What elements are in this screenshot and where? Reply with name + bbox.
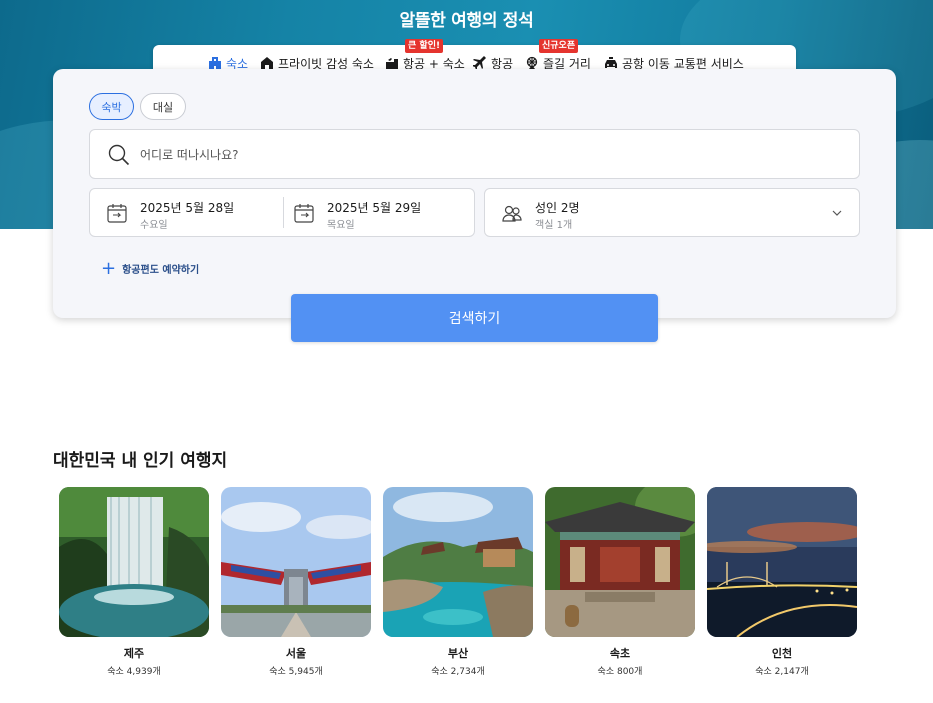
destination-count: 숙소 5,945개 — [269, 667, 323, 677]
destination-name: 인천 — [771, 647, 793, 660]
destination-search[interactable] — [89, 129, 860, 179]
search-icon — [108, 144, 130, 166]
checkin-date-text: 2025년 5월 28일 — [140, 201, 235, 215]
guest-count-text: 성인 2명 — [535, 201, 580, 215]
add-flight-link[interactable]: + 항공편도 예약하기 — [101, 257, 200, 279]
destination-input[interactable] — [140, 144, 740, 166]
calendar-checkin-icon — [107, 204, 127, 223]
checkin-date[interactable]: 2025년 5월 28일 수요일 — [90, 189, 283, 236]
hero-title: 알뜰한 여행의 정석 — [399, 11, 534, 31]
popular-destinations-title: 대한민국 내 인기 여행지 — [53, 451, 228, 471]
taxi-icon — [605, 57, 617, 68]
destination-name: 서울 — [285, 647, 307, 660]
destination-image — [383, 487, 533, 637]
date-picker: 2025년 5월 28일 수요일 2025년 5월 29일 목요일 — [89, 188, 475, 237]
destination-card-seoul[interactable]: 서울 숙소 5,945개 — [221, 487, 371, 677]
checkin-day-text: 수요일 — [140, 220, 168, 231]
room-count-text: 객실 1개 — [535, 220, 573, 231]
destination-image — [221, 487, 371, 637]
booking-card: 숙박 대실 2025년 5월 28일 수요일 2025년 5월 29일 목요일 … — [53, 69, 896, 318]
people-icon — [502, 205, 522, 222]
destination-image — [59, 487, 209, 637]
destination-card-sokcho[interactable]: 속초 숙소 800개 — [545, 487, 695, 677]
sale-badge: 큰 할인! — [405, 39, 444, 53]
checkout-day-text: 목요일 — [327, 220, 355, 231]
destination-name: 속초 — [609, 647, 631, 660]
destination-image — [545, 487, 695, 637]
destination-card-incheon[interactable]: 인천 숙소 2,147개 — [707, 487, 857, 677]
add-flight-label: 항공편도 예약하기 — [122, 265, 200, 276]
airplane-icon — [473, 56, 486, 70]
destination-image — [707, 487, 857, 637]
destination-count: 숙소 2,147개 — [755, 667, 809, 677]
plus-icon: + — [101, 257, 117, 279]
new-badge: 신규오픈 — [539, 39, 579, 53]
destination-count: 숙소 800개 — [597, 667, 643, 677]
chevron-down-icon — [832, 210, 842, 216]
destination-card-busan[interactable]: 부산 숙소 2,734개 — [383, 487, 533, 677]
stay-type-dayuse[interactable]: 대실 — [140, 93, 186, 120]
hotel-icon — [209, 57, 221, 69]
ferris-wheel-icon — [526, 56, 538, 69]
destination-card-jeju[interactable]: 제주 숙소 4,939개 — [59, 487, 209, 677]
guest-selector[interactable]: 성인 2명 객실 1개 — [484, 188, 860, 237]
destination-name: 부산 — [447, 647, 469, 660]
flight-hotel-icon — [386, 58, 398, 69]
calendar-checkout-icon — [294, 204, 314, 223]
destination-name: 제주 — [123, 647, 145, 660]
stay-type-overnight[interactable]: 숙박 — [89, 93, 134, 120]
destination-count: 숙소 2,734개 — [431, 667, 485, 677]
checkout-date-text: 2025년 5월 29일 — [327, 201, 422, 215]
checkout-date[interactable]: 2025년 5월 29일 목요일 — [277, 189, 474, 236]
destination-count: 숙소 4,939개 — [107, 667, 161, 677]
house-icon — [261, 57, 273, 69]
search-button[interactable]: 검색하기 — [291, 294, 658, 342]
